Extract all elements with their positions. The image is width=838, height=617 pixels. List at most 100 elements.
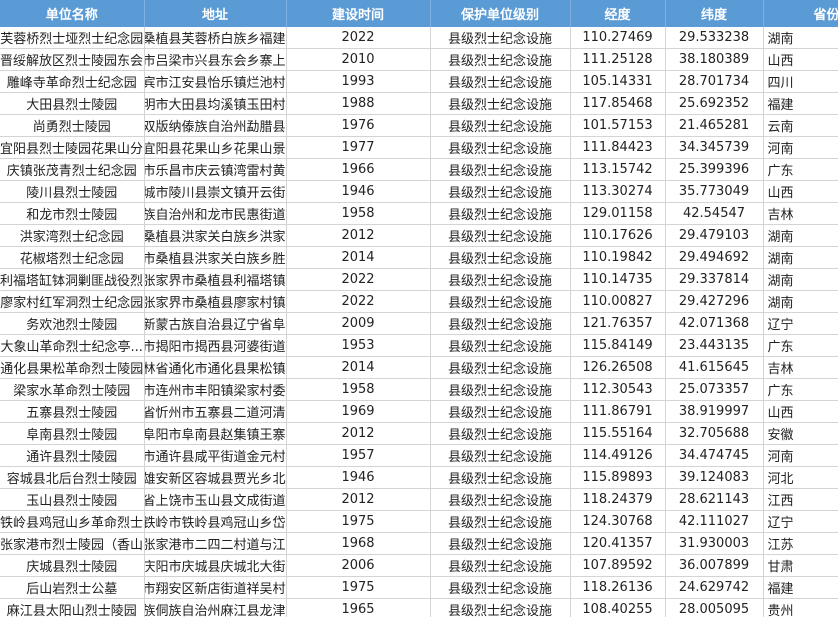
cell-name[interactable]: 五寨县烈士陵园 bbox=[0, 400, 145, 423]
cell-province[interactable]: 吉林 bbox=[763, 202, 838, 225]
cell-province[interactable]: 河南 bbox=[763, 136, 838, 159]
cell-name[interactable]: 和龙市烈士陵园 bbox=[0, 202, 145, 225]
cell-address[interactable]: 保定市雄安新区容城县贾光乡北 bbox=[144, 466, 287, 489]
cell-year[interactable]: 2012 bbox=[286, 488, 431, 511]
cell-name[interactable]: 麻江县太阳山烈士陵园 bbox=[0, 598, 145, 617]
cell-level[interactable]: 县级烈士纪念设施 bbox=[430, 334, 571, 357]
cell-name[interactable]: 花椒塔烈士纪念园 bbox=[0, 246, 145, 269]
cell-longitude[interactable]: 111.25128 bbox=[570, 48, 666, 71]
cell-address[interactable]: 张家界市桑植县廖家村镇 bbox=[144, 290, 287, 313]
cell-longitude[interactable]: 108.40255 bbox=[570, 598, 666, 617]
cell-year[interactable]: 2006 bbox=[286, 554, 431, 577]
cell-province[interactable]: 吉林 bbox=[763, 356, 838, 379]
cell-level[interactable]: 县级烈士纪念设施 bbox=[430, 378, 571, 401]
cell-year[interactable]: 2022 bbox=[286, 290, 431, 313]
cell-address[interactable]: 张家界市桑植县洪家关白族乡洪家 bbox=[144, 224, 287, 247]
cell-address[interactable]: 宜宾市江安县怡乐镇烂池村 bbox=[144, 70, 287, 93]
cell-name[interactable]: 庆镇张茂青烈士纪念园 bbox=[0, 158, 145, 181]
cell-province[interactable]: 河南 bbox=[763, 444, 838, 467]
cell-address[interactable]: 张家界市桑植县洪家关白族乡胜 bbox=[144, 246, 287, 269]
cell-address[interactable]: 三明市大田县均溪镇玉田村 bbox=[144, 92, 287, 115]
cell-longitude[interactable]: 111.84423 bbox=[570, 136, 666, 159]
cell-level[interactable]: 县级烈士纪念设施 bbox=[430, 158, 571, 181]
cell-address[interactable]: 延边朝鲜族自治州和龙市民惠街道 bbox=[144, 202, 287, 225]
cell-province[interactable]: 福建 bbox=[763, 92, 838, 115]
cell-province[interactable]: 山西 bbox=[763, 48, 838, 71]
cell-year[interactable]: 2010 bbox=[286, 48, 431, 71]
cell-level[interactable]: 县级烈士纪念设施 bbox=[430, 422, 571, 445]
cell-address[interactable]: 开封市通许县咸平街道金元村 bbox=[144, 444, 287, 467]
cell-name[interactable]: 晋绥解放区烈士陵园东会... bbox=[0, 48, 145, 71]
cell-longitude[interactable]: 110.00827 bbox=[570, 290, 666, 313]
cell-level[interactable]: 县级烈士纪念设施 bbox=[430, 466, 571, 489]
cell-name[interactable]: 大象山革命烈士纪念亭... bbox=[0, 334, 145, 357]
cell-province[interactable]: 江苏 bbox=[763, 532, 838, 555]
cell-name[interactable]: 廖家村红军洞烈士纪念园 bbox=[0, 290, 145, 313]
cell-year[interactable]: 2022 bbox=[286, 27, 431, 49]
cell-name[interactable]: 务欢池烈士陵园 bbox=[0, 312, 145, 335]
cell-province[interactable]: 贵州 bbox=[763, 598, 838, 617]
cell-province[interactable]: 云南 bbox=[763, 114, 838, 137]
cell-level[interactable]: 县级烈士纪念设施 bbox=[430, 356, 571, 379]
cell-province[interactable]: 安徽 bbox=[763, 422, 838, 445]
cell-name[interactable]: 芙蓉桥烈士垭烈士纪念园 bbox=[0, 27, 145, 49]
cell-latitude[interactable]: 35.773049 bbox=[665, 180, 764, 203]
cell-province[interactable]: 福建 bbox=[763, 576, 838, 599]
cell-year[interactable]: 1946 bbox=[286, 466, 431, 489]
cell-latitude[interactable]: 29.479103 bbox=[665, 224, 764, 247]
cell-latitude[interactable]: 28.621143 bbox=[665, 488, 764, 511]
cell-year[interactable]: 2014 bbox=[286, 356, 431, 379]
cell-latitude[interactable]: 42.111027 bbox=[665, 510, 764, 533]
cell-address[interactable]: 黔东南苗族侗族自治州麻江县龙津 bbox=[144, 598, 287, 617]
cell-year[interactable]: 2012 bbox=[286, 224, 431, 247]
cell-year[interactable]: 1957 bbox=[286, 444, 431, 467]
cell-name[interactable]: 张家港市烈士陵园（香山... bbox=[0, 532, 145, 555]
cell-level[interactable]: 县级烈士纪念设施 bbox=[430, 114, 571, 137]
cell-latitude[interactable]: 42.071368 bbox=[665, 312, 764, 335]
cell-latitude[interactable]: 29.533238 bbox=[665, 27, 764, 49]
cell-year[interactable]: 1965 bbox=[286, 598, 431, 617]
cell-longitude[interactable]: 110.17626 bbox=[570, 224, 666, 247]
cell-level[interactable]: 县级烈士纪念设施 bbox=[430, 312, 571, 335]
cell-address[interactable]: 张家界市桑植县利福塔镇 bbox=[144, 268, 287, 291]
cell-longitude[interactable]: 120.41357 bbox=[570, 532, 666, 555]
cell-province[interactable]: 广东 bbox=[763, 334, 838, 357]
cell-latitude[interactable]: 39.124083 bbox=[665, 466, 764, 489]
column-header-province[interactable]: 省份 bbox=[763, 0, 838, 27]
cell-name[interactable]: 宜阳县烈士陵园花果山分... bbox=[0, 136, 145, 159]
cell-longitude[interactable]: 112.30543 bbox=[570, 378, 666, 401]
cell-address[interactable]: 洛阳市宜阳县花果山乡花果山景 bbox=[144, 136, 287, 159]
cell-year[interactable]: 1946 bbox=[286, 180, 431, 203]
cell-province[interactable]: 四川 bbox=[763, 70, 838, 93]
cell-year[interactable]: 1988 bbox=[286, 92, 431, 115]
cell-longitude[interactable]: 110.19842 bbox=[570, 246, 666, 269]
cell-province[interactable]: 湖南 bbox=[763, 290, 838, 313]
cell-name[interactable]: 容城县北后台烈士陵园 bbox=[0, 466, 145, 489]
cell-longitude[interactable]: 121.76357 bbox=[570, 312, 666, 335]
cell-address[interactable]: 揭阳市揭阳市揭西县河婆街道 bbox=[144, 334, 287, 357]
cell-longitude[interactable]: 113.30274 bbox=[570, 180, 666, 203]
cell-latitude[interactable]: 38.180389 bbox=[665, 48, 764, 71]
cell-address[interactable]: 晋城市陵川县崇文镇开云街 bbox=[144, 180, 287, 203]
cell-latitude[interactable]: 25.399396 bbox=[665, 158, 764, 181]
cell-province[interactable]: 辽宁 bbox=[763, 312, 838, 335]
cell-longitude[interactable]: 118.24379 bbox=[570, 488, 666, 511]
cell-level[interactable]: 县级烈士纪念设施 bbox=[430, 136, 571, 159]
cell-year[interactable]: 1966 bbox=[286, 158, 431, 181]
cell-name[interactable]: 阜南县烈士陵园 bbox=[0, 422, 145, 445]
cell-longitude[interactable]: 107.89592 bbox=[570, 554, 666, 577]
cell-latitude[interactable]: 32.705688 bbox=[665, 422, 764, 445]
cell-name[interactable]: 庆城县烈士陵园 bbox=[0, 554, 145, 577]
cell-latitude[interactable]: 38.919997 bbox=[665, 400, 764, 423]
cell-address[interactable]: 吕梁市吕梁市兴县东会乡寨上 bbox=[144, 48, 287, 71]
cell-name[interactable]: 大田县烈士陵园 bbox=[0, 92, 145, 115]
cell-province[interactable]: 广东 bbox=[763, 378, 838, 401]
cell-latitude[interactable]: 29.494692 bbox=[665, 246, 764, 269]
cell-longitude[interactable]: 115.89893 bbox=[570, 466, 666, 489]
cell-address[interactable]: 西双版纳傣族自治州勐腊县 bbox=[144, 114, 287, 137]
column-header-level[interactable]: 保护单位级别 bbox=[430, 0, 571, 27]
cell-name[interactable]: 后山岩烈士公墓 bbox=[0, 576, 145, 599]
cell-address[interactable]: 江西省上饶市玉山县文成街道 bbox=[144, 488, 287, 511]
cell-level[interactable]: 县级烈士纪念设施 bbox=[430, 488, 571, 511]
column-header-longitude[interactable]: 经度 bbox=[570, 0, 666, 27]
